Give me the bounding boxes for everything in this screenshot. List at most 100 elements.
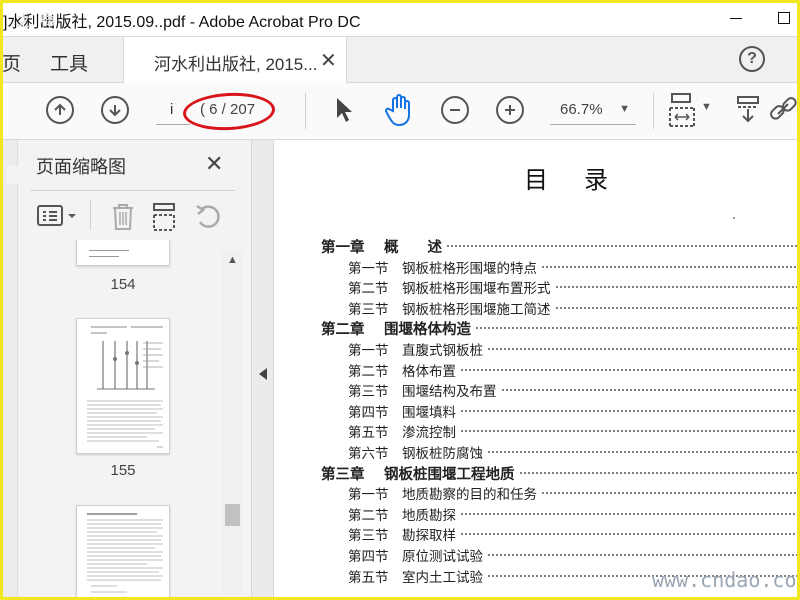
toc-section-row: 第二节 格体布置 [274,360,800,381]
toc-number: 第六节 [348,446,389,462]
toc-section-row: 第六节 钢板桩防腐蚀 [274,442,800,463]
page-thumbnail-154[interactable] [76,240,170,266]
tab-tools[interactable]: 工具 [50,49,88,76]
toc-leader-dots [460,409,800,412]
toc-chapter-row: 第一章 概 述 [274,236,800,257]
toc-heading: 目录 [524,166,644,194]
maximize-button[interactable] [770,6,798,30]
toc-title: 室内土工试验 [402,569,483,586]
toc-leader-dots [541,492,800,495]
options-menu-icon [37,205,76,226]
toc-section-row: 第三节 钢板桩格形围堰施工简述 [274,298,800,319]
scrollbar-thumb[interactable] [225,504,240,526]
toc-title: 地质勘察的目的和任务 [402,487,537,504]
toc-title: 围堰格体构造 [384,321,471,339]
toc-chapter-row: 第三章 钢板桩围堰工程地质 [274,463,800,484]
toc-number: 第四节 [348,404,389,421]
toc-title: 围堰结构及布置 [402,384,497,401]
toc-title: 钢板桩格形围堰施工简述 [402,301,551,318]
help-icon[interactable]: ? [739,46,765,72]
tab-home[interactable]: 页 [2,49,21,76]
delete-pages-button[interactable] [110,202,136,237]
toc-title: 格体布置 [402,363,456,380]
toc-title: 钢板桩格形围堰的特点 [402,260,537,277]
panel-divider [30,190,235,191]
hand-tool-button[interactable] [384,93,414,132]
thumbnail-options-button[interactable] [37,202,77,235]
zoom-level-value: 66.7% [560,101,603,118]
hand-icon [385,94,410,127]
toc-leader-dots [460,430,800,433]
tab-bar: 页 工具 河水利出版社, 2015... ✕ ? [0,37,800,83]
thumbnail-page-number: 155 [110,462,136,479]
toc-number: 第二节 [348,363,389,380]
toolbar-divider [653,93,654,129]
fit-page-button[interactable] [668,92,698,135]
page-thumbnail-156[interactable] [76,505,170,600]
toc-chapter-row: 第二章 围堰格体构造 [274,318,800,339]
toc-number: 第三节 [348,301,389,318]
thumbnail-page-number: 154 [110,276,136,293]
navigation-strip [0,140,18,600]
thumbnail-scrollbar[interactable]: ▲ [222,250,242,600]
tab-document[interactable]: 河水利出版社, 2015... ✕ [123,37,347,83]
rotate-icon [196,204,220,228]
toc-number: 第二节 [348,507,389,524]
toc-title: 原位测试试验 [402,549,483,565]
toc-section-row: 第一节 直腹式钢板桩 [274,339,800,360]
toc-title: 围堰填料 [402,404,456,421]
toc-section-row: 第四节 原位测试试验 [274,545,800,566]
toc-number: 第四节 [348,549,389,565]
arrow-down-icon [109,105,121,117]
toc-title: 钢板桩格形围堰布置形式 [402,281,551,298]
rotate-pages-button[interactable] [194,202,222,237]
scroll-mode-icon [737,96,759,123]
toc-leader-dots [460,368,800,371]
speck [733,217,735,219]
close-tab-icon[interactable]: ✕ [320,48,337,73]
toc-section-row: 第二节 钢板桩格形围堰布置形式 [274,277,800,298]
fit-page-icon [669,93,695,127]
maximize-icon [778,12,790,24]
chevron-down-icon[interactable]: ▼ [701,101,712,113]
link-icon [770,97,797,120]
zoom-level-dropdown[interactable]: 66.7% ▼ [550,97,636,125]
zoom-in-button[interactable] [496,96,524,124]
link-button[interactable] [768,96,798,129]
panel-title: 页面缩略图 [36,157,126,177]
insert-page-icon [153,203,175,231]
toolbar: i ( 6 / 207 66.7% ▼ ▼ [0,83,800,140]
toc-number: 第一节 [348,260,389,277]
toc-number: 第三节 [348,384,389,401]
toc-number: 第五节 [348,569,389,586]
cursor-icon [337,98,352,122]
toc-leader-dots [487,451,800,453]
toc-leader-dots [501,389,800,392]
toc-section-row: 第二节 地质勘探 [274,504,800,525]
toc-title: 钢板桩围堰工程地质 [384,465,515,483]
page-thumbnail-155[interactable] [76,318,170,454]
toc-leader-dots [460,512,800,515]
trash-icon [113,204,133,230]
toc-section-row: 第三节 勘探取样 [274,524,800,545]
toc-number: 第一章 [321,239,365,256]
toolbar-divider [305,93,306,129]
toc-leader-dots [541,265,800,268]
toc-number: 第五节 [348,425,389,442]
document-view[interactable]: 目录 第一章概 述第一节 钢板桩格形围堰的特点 第二节 钢板桩格形围堰布置形式 第三节钢… [274,140,800,600]
toc-title: 概 述 [384,239,442,256]
next-page-button[interactable] [101,96,129,124]
minimize-button[interactable] [722,6,750,30]
toc-leader-dots [446,245,800,247]
zoom-out-button[interactable] [441,96,469,124]
scrolling-mode-button[interactable] [736,95,760,130]
panel-close-icon[interactable]: ✕ [205,151,223,177]
scroll-up-icon[interactable]: ▲ [227,254,238,266]
collapse-panel-handle[interactable] [252,140,274,600]
select-tool-button[interactable] [334,96,354,129]
insert-pages-button[interactable] [152,202,178,237]
panel-pointer [7,166,19,184]
toc-section-row: 第一节 地质勘察的目的和任务 [274,483,800,504]
toc-title: 直腹式钢板桩 [402,343,483,359]
previous-page-button[interactable] [46,96,74,124]
